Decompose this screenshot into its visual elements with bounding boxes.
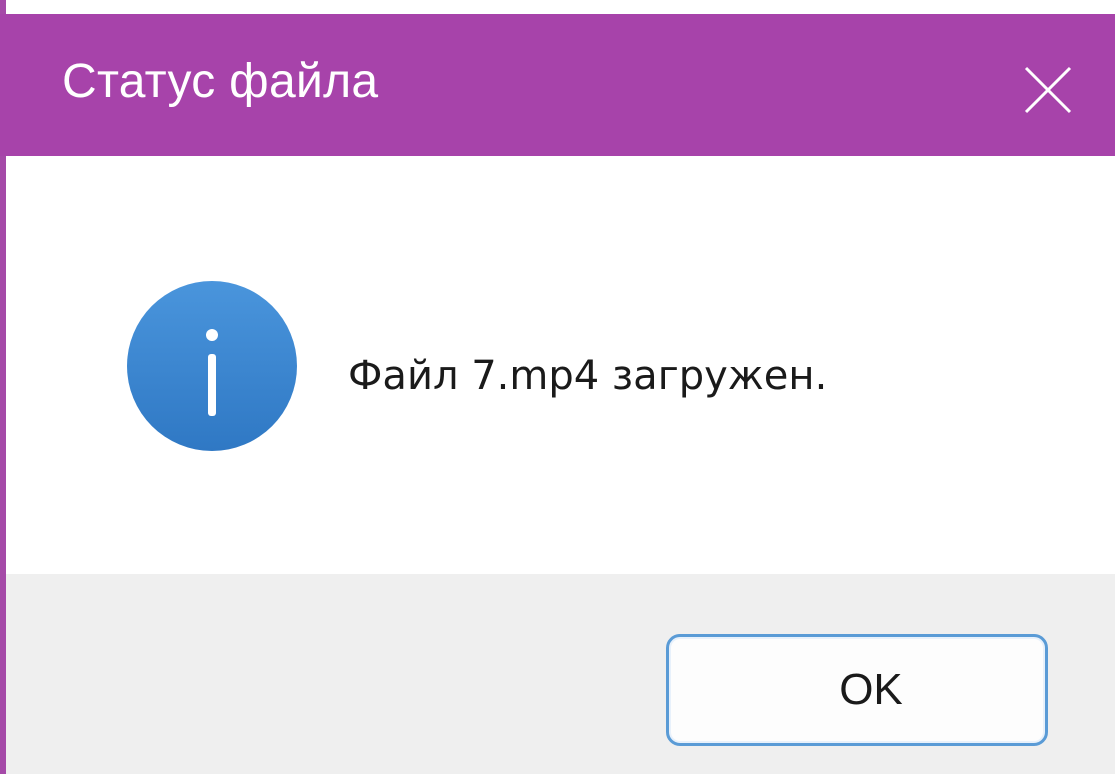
status-message: Файл 7.mp4 загружен. (348, 353, 828, 399)
ok-button-label: OK (839, 665, 903, 714)
info-icon (126, 280, 298, 452)
close-button[interactable] (1010, 52, 1080, 122)
dialog-title: Статус файла (62, 55, 379, 108)
ok-button[interactable]: OK (666, 634, 1048, 746)
message-dialog: Статус файла Файл 7.mp4 загружен. OK (0, 0, 1115, 774)
close-icon (1024, 66, 1072, 114)
title-bar[interactable]: Статус файла (0, 14, 1115, 156)
